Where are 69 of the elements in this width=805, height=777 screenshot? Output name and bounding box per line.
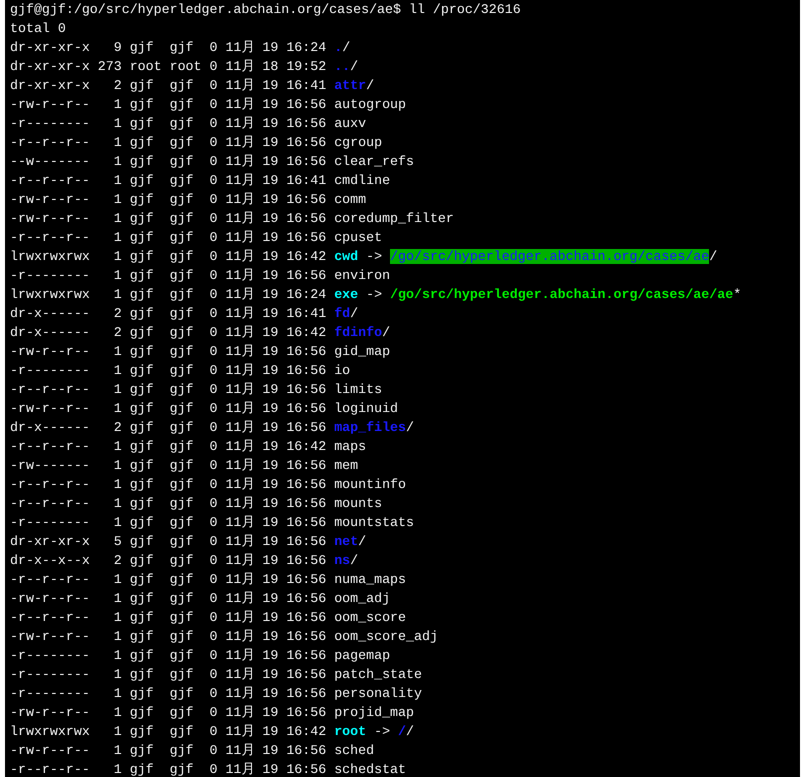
terminal-text: -r--r--r-- 1 gjf gjf 0 11月 19 16:56 oom_score xyxy=(10,610,406,625)
terminal-text: total 0 xyxy=(10,21,66,36)
terminal-text: / xyxy=(382,325,390,340)
symlink-name: exe xyxy=(334,287,358,302)
terminal-text: * xyxy=(733,287,742,302)
terminal-text: -rw-r--r-- 1 gjf gjf 0 11月 19 16:56 comm xyxy=(10,192,366,207)
link-target: /go/src/hyperledger.abchain.org/cases/ae xyxy=(390,249,710,264)
terminal-text: -r--r--r-- 1 gjf gjf 0 11月 19 16:56 cgroup xyxy=(10,135,382,150)
terminal-text: -rw-r--r-- 1 gjf gjf 0 11月 19 16:56 oom_score_adj xyxy=(10,629,438,644)
terminal-text: -rw-r--r-- 1 gjf gjf 0 11月 19 16:56 loginuid xyxy=(10,401,398,416)
terminal-text: -rw-r--r-- 1 gjf gjf 0 11月 19 16:56 projid_map xyxy=(10,705,414,720)
terminal-text: -rw-r--r-- 1 gjf gjf 0 11月 19 16:56 sched xyxy=(10,743,374,758)
terminal-text: / xyxy=(358,534,366,549)
terminal-text: / xyxy=(366,78,374,93)
directory-name: map_files xyxy=(334,420,406,435)
terminal-text: dr-x------ 2 gjf gjf 0 11月 19 16:42 xyxy=(10,325,328,340)
terminal-text: -r--r--r-- 1 gjf gjf 0 11月 19 16:56 schedstat xyxy=(10,762,406,777)
terminal-text: dr-xr-xr-x 2 gjf gjf 0 11月 19 16:41 xyxy=(10,78,328,93)
terminal-text: dr-x--x--x 2 gjf gjf 0 11月 19 16:56 xyxy=(10,553,328,568)
terminal-text: dr-x------ 2 gjf gjf 0 11月 19 16:56 xyxy=(10,420,328,435)
terminal-text: -r--r--r-- 1 gjf gjf 0 11月 19 16:56 mountinfo xyxy=(10,477,406,492)
terminal-text: dr-x------ 2 gjf gjf 0 11月 19 16:41 xyxy=(10,306,328,321)
symlink-name: root xyxy=(334,724,366,739)
directory-name: attr xyxy=(334,78,366,93)
terminal-text: -r-------- 1 gjf gjf 0 11月 19 16:56 io xyxy=(10,363,350,378)
terminal-text: -r-------- 1 gjf gjf 0 11月 19 16:56 pagemap xyxy=(10,648,390,663)
terminal-text: -r-------- 1 gjf gjf 0 11月 19 16:56 mountstats xyxy=(10,515,414,530)
terminal-text: -r-------- 1 gjf gjf 0 11月 19 16:56 personality xyxy=(10,686,422,701)
terminal-text: -r-------- 1 gjf gjf 0 11月 19 16:56 patch_state xyxy=(10,667,422,682)
executable-path: /go/src/hyperledger.abchain.org/cases/ae/ae xyxy=(390,287,734,302)
directory-name: .. xyxy=(334,59,350,74)
directory-name: fd xyxy=(334,306,350,321)
terminal-text: / xyxy=(406,724,414,739)
terminal-text: -rw-r--r-- 1 gjf gjf 0 11月 19 16:56 autogroup xyxy=(10,97,406,112)
terminal-text: --w------- 1 gjf gjf 0 11月 19 16:56 clear_refs xyxy=(10,154,414,169)
terminal-text: / xyxy=(406,420,414,435)
terminal-text: dr-xr-xr-x 9 gjf gjf 0 11月 19 16:24 xyxy=(10,40,328,55)
terminal-text: -r-------- 1 gjf gjf 0 11月 19 16:56 environ xyxy=(10,268,390,283)
terminal-text: / xyxy=(342,40,350,55)
terminal-text: -r--r--r-- 1 gjf gjf 0 11月 19 16:56 cpuset xyxy=(10,230,382,245)
terminal-text: lrwxrwxrwx 1 gjf gjf 0 11月 19 16:42 xyxy=(10,249,328,264)
terminal-text: -r--r--r-- 1 gjf gjf 0 11月 19 16:56 mounts xyxy=(10,496,382,511)
terminal-text: -rw-r--r-- 1 gjf gjf 0 11月 19 16:56 oom_adj xyxy=(10,591,390,606)
terminal-text: / xyxy=(709,249,718,264)
terminal-text: -r--r--r-- 1 gjf gjf 0 11月 19 16:56 numa_maps xyxy=(10,572,406,587)
terminal-text: -rw------- 1 gjf gjf 0 11月 19 16:56 mem xyxy=(10,458,358,473)
terminal-text: -r--r--r-- 1 gjf gjf 0 11月 19 16:41 cmdline xyxy=(10,173,390,188)
terminal-text: gjf@gjf:/go/src/hyperledger.abchain.org/cases/ae$ ll /proc/32616 xyxy=(10,2,521,17)
directory-name: fdinfo xyxy=(334,325,382,340)
terminal-text: -rw-r--r-- 1 gjf gjf 0 11月 19 16:56 gid_map xyxy=(10,344,390,359)
symlink-name: cwd xyxy=(334,249,358,264)
terminal-text: / xyxy=(350,306,358,321)
terminal-text: dr-xr-xr-x 5 gjf gjf 0 11月 19 16:56 xyxy=(10,534,328,549)
terminal-text: lrwxrwxrwx 1 gjf gjf 0 11月 19 16:42 xyxy=(10,724,328,739)
directory-name: ns xyxy=(334,553,350,568)
terminal-text: -r--r--r-- 1 gjf gjf 0 11月 19 16:42 maps xyxy=(10,439,366,454)
terminal-text: -> xyxy=(373,724,392,739)
terminal-text: -r--r--r-- 1 gjf gjf 0 11月 19 16:56 limits xyxy=(10,382,382,397)
terminal-text: -> xyxy=(365,249,384,264)
terminal-text: / xyxy=(350,553,358,568)
terminal-text: -r-------- 1 gjf gjf 0 11月 19 16:56 auxv xyxy=(10,116,366,131)
directory-name: / xyxy=(398,724,406,739)
terminal-text: -rw-r--r-- 1 gjf gjf 0 11月 19 16:56 coredump_filter xyxy=(10,211,454,226)
terminal-text: dr-xr-xr-x 273 root root 0 11月 18 19:52 xyxy=(10,59,328,74)
directory-name: . xyxy=(334,40,342,55)
terminal-text: / xyxy=(350,59,358,74)
directory-name: net xyxy=(334,534,358,549)
terminal-text: lrwxrwxrwx 1 gjf gjf 0 11月 19 16:24 xyxy=(10,287,328,302)
terminal-text: -> xyxy=(365,287,384,302)
